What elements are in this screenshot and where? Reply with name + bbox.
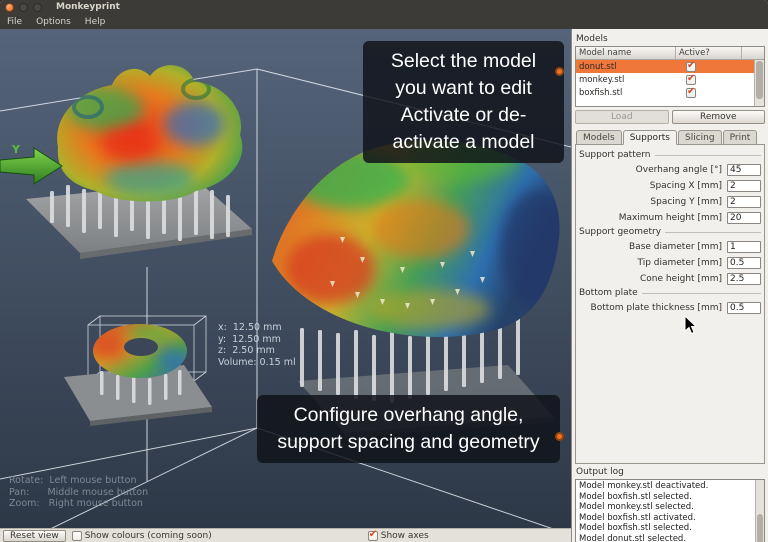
tooltip-support-settings: Configure overhang angle, support spacin… [257,395,560,463]
menu-file[interactable]: File [0,16,29,28]
3d-viewport[interactable]: Y x: 12.50 mm y: 12.50 mm z: 2.50 mm Vol… [0,29,571,528]
field-base-diameter: Base diameter [mm] [579,239,761,254]
group-bottom-plate: Bottom plate [579,288,761,298]
donut-active-checkbox[interactable] [686,62,696,72]
log-line: Model boxfish.stl selected. [579,523,752,534]
model-row-boxfish[interactable]: boxfish.stl [576,86,754,99]
log-line: Model boxfish.stl activated. [579,513,752,524]
column-model-name[interactable]: Model name [576,47,676,59]
field-tip-diameter: Tip diameter [mm] [579,255,761,270]
settings-tabs: Models Supports Slicing Print [575,129,765,144]
reset-view-button[interactable]: Reset view [3,530,66,542]
group-support-pattern: Support pattern [579,150,761,160]
mouse-cursor [684,315,698,335]
window-title: Monkeyprint [56,2,120,12]
log-line: Model boxfish.stl selected. [579,492,752,503]
menu-help[interactable]: Help [78,16,113,28]
menu-bar: File Options Help [0,14,768,29]
tab-supports[interactable]: Supports [623,130,677,145]
show-axes-label: Show axes [381,531,429,541]
model-table-scrollbar[interactable] [754,60,764,106]
app-window: Monkeyprint File Options Help [0,0,768,542]
model-row-monkey[interactable]: monkey.stl [576,73,754,86]
column-active[interactable]: Active? [676,47,742,59]
spacing-y-input[interactable] [727,196,761,208]
tooltip-model-selection: Select the model you want to edit Activa… [363,41,564,163]
boxfish-active-checkbox[interactable] [686,88,696,98]
callout-dot-supports [555,432,564,441]
maximize-button[interactable] [33,3,42,12]
model-row-donut[interactable]: donut.stl [576,60,754,73]
close-button[interactable] [5,3,14,12]
field-overhang-angle: Overhang angle [°] [579,162,761,177]
output-log-box[interactable]: Model monkey.stl deactivated. Model boxf… [575,479,765,542]
model-list-table: Model name Active? donut.stl monkey.stl [575,46,765,107]
field-maximum-height: Maximum height [mm] [579,210,761,225]
group-support-geometry: Support geometry [579,227,761,237]
callout-dot-models [555,67,564,76]
spacing-x-input[interactable] [727,180,761,192]
menu-options[interactable]: Options [29,16,78,28]
log-line: Model monkey.stl selected. [579,502,752,513]
show-colours-label: Show colours (coming soon) [85,531,212,541]
bottom-plate-thickness-input[interactable] [727,302,761,314]
field-spacing-x: Spacing X [mm] [579,178,761,193]
remove-button[interactable]: Remove [672,110,766,124]
log-line: Model donut.stl selected. [579,534,752,542]
y-axis-label: Y [11,143,21,156]
cone-height-input[interactable] [727,273,761,285]
bottom-bar: Reset view Show colours (coming soon) Sh… [0,528,571,542]
base-diameter-input[interactable] [727,241,761,253]
show-colours-checkbox-group[interactable]: Show colours (coming soon) [72,531,212,541]
model-table-header: Model name Active? [576,47,764,60]
output-log-title: Output log [576,467,765,477]
models-section-title: Models [576,34,765,44]
minimize-button[interactable] [19,3,28,12]
tip-diameter-input[interactable] [727,257,761,269]
title-bar: Monkeyprint [0,0,768,14]
load-button[interactable]: Load [575,110,669,124]
tab-print[interactable]: Print [723,130,758,145]
show-axes-checkbox-group[interactable]: Show axes [368,531,429,541]
output-log-scrollbar[interactable] [755,480,764,542]
overhang-angle-input[interactable] [727,164,761,176]
tab-models[interactable]: Models [576,130,622,145]
monkey-active-checkbox[interactable] [686,75,696,85]
show-axes-checkbox[interactable] [368,531,378,541]
tab-slicing[interactable]: Slicing [678,130,722,145]
log-line: Model monkey.stl deactivated. [579,481,752,492]
show-colours-checkbox[interactable] [72,531,82,541]
donut-hole [124,338,158,356]
field-bottom-plate-thickness: Bottom plate thickness [mm] [579,300,761,315]
field-spacing-y: Spacing Y [mm] [579,194,761,209]
settings-panel: Models Model name Active? donut.stl monk… [571,29,768,542]
maximum-height-input[interactable] [727,212,761,224]
field-cone-height: Cone height [mm] [579,271,761,286]
supports-tab-page: Support pattern Overhang angle [°] Spaci… [575,144,765,464]
